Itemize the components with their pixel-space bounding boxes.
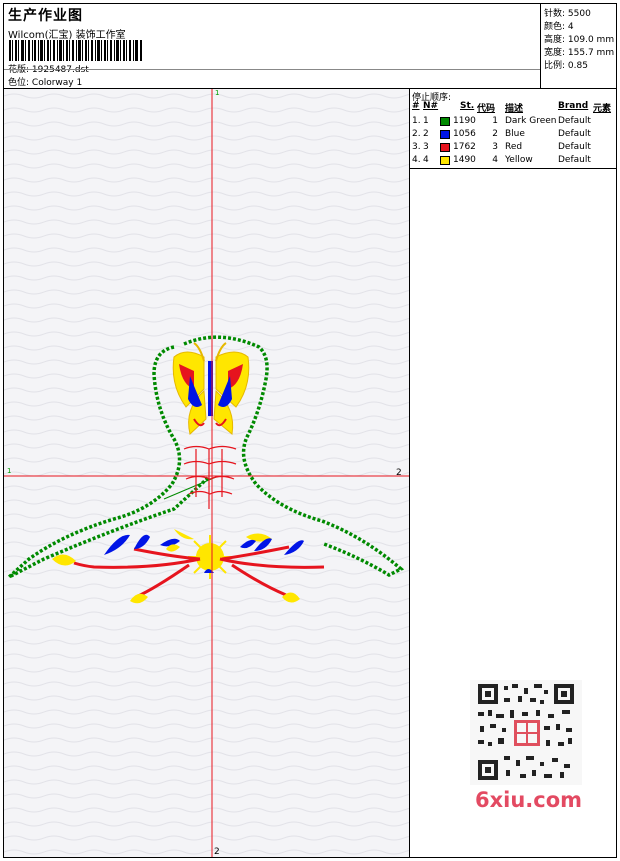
header-info: 生产作业图 Wilcom(汇宝) 装饰工作室 花版: 1925487.dst 色… (4, 4, 540, 88)
embroidery-preview (4, 89, 409, 857)
stat-width: 宽度: 155.7 mm (544, 48, 615, 58)
row-brand: Default (558, 155, 591, 165)
col-n: N# (423, 101, 439, 111)
row-code: 4 (492, 155, 498, 165)
row-stitches: 1056 (453, 129, 476, 139)
axis-label-bottom: 2 (214, 847, 220, 857)
row-stitches: 1490 (453, 155, 476, 165)
design-canvas: 1 2 1 2 (4, 89, 409, 857)
colorway-value: Colorway 1 (31, 78, 83, 88)
row-code: 3 (492, 142, 498, 152)
row-brand: Default (558, 142, 591, 152)
watermark-text: 6xiu.com (475, 788, 583, 812)
stop-sequence-bottom-line (410, 168, 617, 169)
row-description: Dark Green (505, 116, 557, 126)
row-description: Blue (505, 129, 525, 139)
row-description: Yellow (505, 155, 533, 165)
stat-scale: 比例: 0.85 (544, 61, 588, 71)
colorway-label: 色位: (8, 78, 30, 88)
row-stitches: 1762 (453, 142, 476, 152)
header-divider (4, 69, 540, 70)
axis-label-top: 1 (215, 89, 220, 97)
row-needle: 1 (423, 116, 429, 126)
fabric-background (4, 89, 409, 857)
color-swatch (440, 117, 450, 126)
page-title: 生产作业图 (8, 8, 83, 24)
row-index: 1. (412, 116, 421, 126)
company-name: Wilcom(汇宝) 装饰工作室 (8, 30, 126, 41)
row-brand: Default (558, 116, 591, 126)
row-index: 2. (412, 129, 421, 139)
colorway-row: 色位: Colorway 1 (8, 75, 82, 88)
color-swatch (440, 156, 450, 165)
col-code: 代码 (477, 104, 496, 114)
stat-stitches: 针数: 5500 (544, 9, 591, 19)
row-needle: 3 (423, 142, 429, 152)
col-description: 描述 (505, 104, 524, 114)
barcode-icon (9, 40, 142, 61)
row-needle: 2 (423, 129, 429, 139)
stats-panel: 针数: 5500 颜色: 4 高度: 109.0 mm 宽度: 155.7 mm… (540, 4, 618, 88)
stat-colors: 颜色: 4 (544, 22, 574, 32)
stat-height: 高度: 109.0 mm (544, 35, 615, 45)
color-swatch (440, 143, 450, 152)
row-index: 3. (412, 142, 421, 152)
stop-sequence-panel: 停止顺序: # N# St. 代码 描述 Brand 元素 1. 1 1190 1 Da… (410, 89, 617, 169)
row-code: 2 (492, 129, 498, 139)
design-value: 1925487.dst (31, 65, 89, 75)
axis-label-right: 2 (396, 468, 402, 478)
axis-label-left: 1 (7, 467, 12, 475)
col-element: 元素 (593, 104, 612, 114)
panel-divider (409, 88, 410, 858)
col-hash: # (412, 101, 420, 111)
row-stitches: 1190 (453, 116, 476, 126)
col-stitches: St. (460, 101, 475, 111)
color-swatch (440, 130, 450, 139)
row-code: 1 (492, 116, 498, 126)
row-description: Red (505, 142, 523, 152)
row-needle: 4 (423, 155, 429, 165)
design-label: 花版: (8, 65, 30, 75)
qr-code-icon (470, 680, 582, 785)
col-brand: Brand (558, 101, 589, 111)
row-index: 4. (412, 155, 421, 165)
row-brand: Default (558, 129, 591, 139)
